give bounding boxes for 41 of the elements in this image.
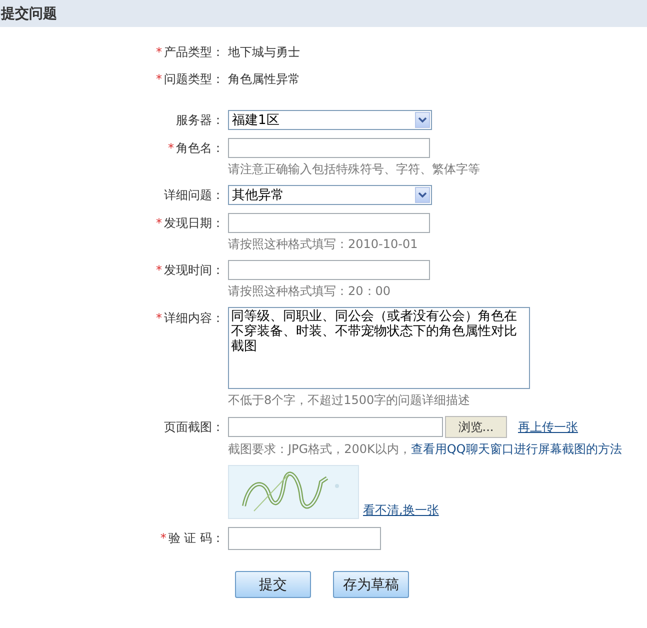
field-label: 验 证 码： (168, 531, 224, 545)
code-input[interactable] (228, 527, 381, 550)
field-label: 问题类型： (164, 72, 224, 86)
required-mark: * (156, 262, 162, 276)
submit-button[interactable]: 提交 (235, 571, 311, 598)
chevron-down-icon[interactable] (415, 187, 430, 203)
select-dropdown[interactable]: 福建1区 (228, 110, 432, 130)
text-area[interactable]: 同等级、同职业、同公会（或者没有公会）角色在不穿装备、时装、不带宠物状态下的角色属性对比截图 (228, 307, 530, 389)
field-label: 产品类型： (164, 45, 224, 59)
required-mark: * (156, 45, 162, 59)
required-mark: * (160, 531, 166, 545)
text-input[interactable] (228, 260, 430, 280)
field-label: 详细内容： (164, 311, 224, 325)
required-mark: * (156, 311, 162, 325)
hint-text: 请注意正确输入包括特殊符号、字符、繁体字等 (228, 161, 480, 178)
field-label: 详细问题： (164, 188, 224, 202)
field-label: 角色名： (176, 140, 224, 154)
select-dropdown[interactable]: 其他异常 (228, 185, 432, 205)
browse-button[interactable]: 浏览... (445, 416, 507, 438)
hint-text: 请按照这种格式填写：2010-10-01 (228, 236, 418, 253)
required-mark: * (156, 216, 162, 230)
help-link[interactable]: 查看用QQ聊天窗口进行屏幕截图的方法 (410, 441, 622, 458)
upload-another-link[interactable]: 再上传一张 (518, 418, 578, 436)
refresh-captcha-link[interactable]: 看不清,换一张 (363, 502, 439, 519)
field-label: 发现时间： (164, 262, 224, 276)
field-value: 角色属性异常 (228, 71, 300, 88)
hint-text: 截图要求：JPG格式，200K以内， (228, 441, 411, 458)
field-value: 地下城与勇士 (228, 44, 300, 61)
field-label: 服务器： (176, 112, 224, 126)
required-mark: * (168, 140, 174, 154)
hint-text: 不低于8个字，不超过1500字的问题详细描述 (228, 392, 470, 409)
save-draft-button[interactable]: 存为草稿 (333, 571, 409, 598)
chevron-down-icon[interactable] (415, 112, 430, 128)
text-input[interactable] (228, 213, 430, 233)
required-mark: * (156, 72, 162, 86)
field-label: 发现日期： (164, 216, 224, 230)
page-title: 提交问题 (1, 4, 57, 22)
file-path-input[interactable] (228, 417, 443, 437)
field-label: 页面截图： (164, 420, 224, 434)
text-input[interactable] (228, 138, 430, 158)
hint-text: 请按照这种格式填写：20：00 (228, 283, 391, 300)
